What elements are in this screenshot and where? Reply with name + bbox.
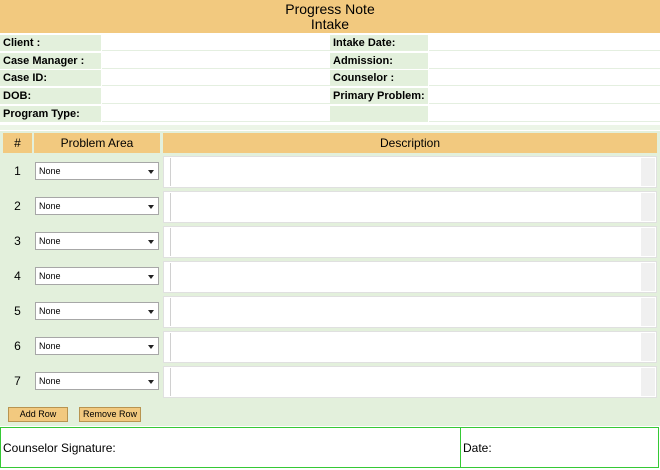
- row-number: 4: [14, 269, 21, 283]
- row-number: 6: [14, 339, 21, 353]
- scrollbar[interactable]: [641, 298, 655, 326]
- description-text: [170, 333, 643, 361]
- scrollbar[interactable]: [641, 228, 655, 256]
- scrollbar[interactable]: [641, 333, 655, 361]
- description-textarea[interactable]: [163, 226, 657, 258]
- primary-problem-value: [429, 88, 660, 104]
- dropdown-arrow-icon: [148, 170, 154, 174]
- admission-value: [429, 53, 660, 69]
- scrollbar[interactable]: [641, 193, 655, 221]
- primary-problem-label: Primary Problem:: [330, 88, 428, 104]
- problem-area-select[interactable]: None: [35, 337, 159, 355]
- row-number: 5: [14, 304, 21, 318]
- case-manager-label: Case Manager :: [0, 53, 101, 69]
- problem-area-select[interactable]: None: [35, 267, 159, 285]
- row-number: 3: [14, 234, 21, 248]
- scrollbar[interactable]: [641, 368, 655, 396]
- client-value: [102, 35, 330, 51]
- admission-label: Admission:: [330, 53, 428, 69]
- signature-divider: [460, 428, 461, 467]
- case-id-label: Case ID:: [0, 70, 101, 86]
- dropdown-arrow-icon: [148, 310, 154, 314]
- info-row: Program Type:: [0, 106, 660, 123]
- scrollbar[interactable]: [641, 263, 655, 291]
- select-value: None: [39, 166, 61, 176]
- dropdown-arrow-icon: [148, 205, 154, 209]
- scrollbar[interactable]: [641, 158, 655, 186]
- dob-value: [102, 88, 330, 104]
- description-text: [170, 228, 643, 256]
- problem-area-select[interactable]: None: [35, 302, 159, 320]
- row-number: 7: [14, 374, 21, 388]
- empty-value: [429, 106, 660, 122]
- table-row: 6 None: [0, 330, 660, 365]
- counselor-signature-label: Counselor Signature:: [3, 441, 116, 455]
- info-row: Case Manager : Admission:: [0, 53, 660, 70]
- intake-date-label: Intake Date:: [330, 35, 428, 51]
- row-number: 2: [14, 199, 21, 213]
- description-textarea[interactable]: [163, 331, 657, 363]
- empty-label: [330, 106, 428, 122]
- client-label: Client :: [0, 35, 101, 51]
- table-row: 5 None: [0, 295, 660, 330]
- section-divider: [0, 125, 660, 130]
- info-row: Case ID: Counselor :: [0, 70, 660, 87]
- info-row: Client : Intake Date:: [0, 35, 660, 52]
- column-header-description: Description: [163, 133, 657, 153]
- signature-section: Counselor Signature: Date:: [0, 427, 659, 468]
- select-value: None: [39, 201, 61, 211]
- column-header-number: #: [3, 133, 32, 153]
- description-textarea[interactable]: [163, 156, 657, 188]
- case-id-value: [102, 70, 330, 86]
- counselor-value: [429, 70, 660, 86]
- description-text: [170, 193, 643, 221]
- description-textarea[interactable]: [163, 191, 657, 223]
- select-value: None: [39, 306, 61, 316]
- problem-area-select[interactable]: None: [35, 162, 159, 180]
- form-header: Progress Note Intake: [0, 0, 660, 33]
- dob-label: DOB:: [0, 88, 101, 104]
- row-number: 1: [14, 164, 21, 178]
- dropdown-arrow-icon: [148, 240, 154, 244]
- problem-area-select[interactable]: None: [35, 232, 159, 250]
- select-value: None: [39, 341, 61, 351]
- description-text: [170, 298, 643, 326]
- table-row: 4 None: [0, 260, 660, 295]
- program-type-label: Program Type:: [0, 106, 101, 122]
- table-row: 3 None: [0, 225, 660, 260]
- row-actions-bar: Add Row Remove Row: [0, 401, 660, 426]
- counselor-label: Counselor :: [330, 70, 428, 86]
- dropdown-arrow-icon: [148, 345, 154, 349]
- select-value: None: [39, 236, 61, 246]
- case-manager-value: [102, 53, 330, 69]
- form-subtitle: Intake: [310, 16, 350, 32]
- info-row: DOB: Primary Problem:: [0, 88, 660, 105]
- problem-area-select[interactable]: None: [35, 197, 159, 215]
- dropdown-arrow-icon: [148, 275, 154, 279]
- intake-date-value: [429, 35, 660, 51]
- add-row-button[interactable]: Add Row: [8, 407, 68, 422]
- dropdown-arrow-icon: [148, 380, 154, 384]
- select-value: None: [39, 376, 61, 386]
- table-row: 2 None: [0, 190, 660, 225]
- table-row: 7 None: [0, 365, 660, 400]
- program-type-value: [102, 106, 330, 122]
- select-value: None: [39, 271, 61, 281]
- form-title: Progress Note: [285, 1, 375, 17]
- description-textarea[interactable]: [163, 261, 657, 293]
- description-textarea[interactable]: [163, 296, 657, 328]
- description-textarea[interactable]: [163, 366, 657, 398]
- problem-grid: # Problem Area Description 1 None 2 None…: [0, 131, 660, 401]
- description-text: [170, 158, 643, 186]
- problem-area-select[interactable]: None: [35, 372, 159, 390]
- description-text: [170, 263, 643, 291]
- remove-row-button[interactable]: Remove Row: [79, 407, 141, 422]
- description-text: [170, 368, 643, 396]
- column-header-problem-area: Problem Area: [34, 133, 160, 153]
- signature-date-label: Date:: [463, 441, 492, 455]
- table-row: 1 None: [0, 155, 660, 190]
